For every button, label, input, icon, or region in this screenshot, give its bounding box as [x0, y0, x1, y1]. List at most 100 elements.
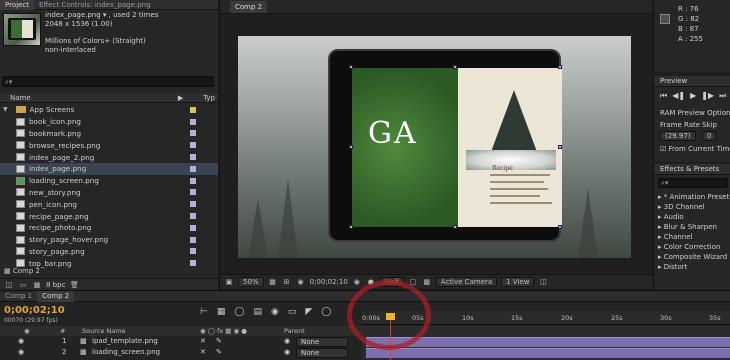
- list-item[interactable]: recipe_photo.png: [0, 222, 218, 234]
- viewer-timecode[interactable]: 0;00;02;10: [310, 278, 348, 286]
- comp-item-row[interactable]: ▦ Comp 2: [4, 267, 40, 275]
- frame-rate-dropdown[interactable]: (29.97): [660, 131, 696, 141]
- label-color-swatch[interactable]: [190, 189, 196, 196]
- ipad-template-layer[interactable]: GA Recipe: [328, 49, 562, 242]
- list-item[interactable]: story_page_hover.png: [0, 234, 218, 246]
- transform-handle[interactable]: [349, 65, 353, 69]
- effects-title[interactable]: Effects & Presets: [654, 164, 730, 175]
- transform-handle[interactable]: [349, 145, 353, 149]
- label-color-swatch[interactable]: [190, 118, 196, 125]
- label-color-swatch[interactable]: [190, 130, 196, 137]
- transform-handle[interactable]: [453, 225, 457, 229]
- label-color-swatch[interactable]: [190, 224, 196, 231]
- layer-bar[interactable]: [366, 348, 730, 358]
- tab-effect-controls[interactable]: Effect Controls: index_page.png: [34, 0, 156, 10]
- grid-icon[interactable]: ⊞: [282, 278, 292, 286]
- last-frame-icon[interactable]: ⏭: [719, 91, 726, 101]
- eye-icon[interactable]: ◉: [18, 348, 24, 356]
- folder-app-screens[interactable]: ▼ App Screens: [0, 104, 218, 116]
- motion-blur-icon[interactable]: ◉: [271, 307, 279, 317]
- new-comp-icon[interactable]: ▩: [32, 281, 42, 289]
- label-column-icon[interactable]: ▶: [178, 94, 183, 102]
- trash-icon[interactable]: 🗑: [69, 281, 79, 289]
- label-color-swatch[interactable]: [190, 201, 196, 208]
- effects-category[interactable]: ▸ * Animation Presets: [658, 192, 730, 202]
- interpret-footage-icon[interactable]: ◫: [4, 281, 14, 289]
- eye-icon[interactable]: ◉: [18, 337, 24, 345]
- comp-mini-flowchart-icon[interactable]: ⊢: [200, 307, 208, 317]
- effects-category[interactable]: ▸ Color Correction: [658, 242, 730, 252]
- pickwhip-icon[interactable]: ◉: [284, 337, 290, 345]
- transform-handle[interactable]: [453, 65, 457, 69]
- bit-depth-button[interactable]: 8 bpc: [46, 281, 65, 289]
- effects-category[interactable]: ▸ Composite Wizard: [658, 252, 730, 262]
- transform-handle[interactable]: [558, 145, 562, 149]
- effects-search-input[interactable]: ⌕▾: [658, 178, 728, 188]
- ram-preview-options[interactable]: RAM Preview Option: [660, 108, 730, 118]
- tab-project[interactable]: Project: [0, 0, 34, 10]
- camera-icon[interactable]: ◉: [352, 278, 362, 286]
- tab-comp-1[interactable]: Comp 1: [0, 291, 37, 302]
- effects-category[interactable]: ▸ Audio: [658, 212, 730, 222]
- safe-zones-icon[interactable]: ▦: [268, 278, 278, 286]
- effects-category[interactable]: ▸ Channel: [658, 232, 730, 242]
- quality-switch-icon[interactable]: ✕: [200, 337, 206, 345]
- frame-blending-icon[interactable]: ▤: [253, 307, 262, 317]
- list-item[interactable]: book_icon.png: [0, 116, 218, 128]
- parent-dropdown[interactable]: None: [296, 337, 348, 347]
- snapshot-icon[interactable]: ◉: [296, 278, 306, 286]
- label-color-swatch[interactable]: [190, 236, 196, 243]
- column-name[interactable]: Name: [10, 94, 31, 102]
- label-color-swatch[interactable]: [190, 260, 196, 267]
- layer-row[interactable]: ◉ 1 ▩ ipad_template.png ✕ ✎ ◉ None: [0, 337, 362, 348]
- label-color-swatch[interactable]: [190, 213, 196, 220]
- chevron-down-icon[interactable]: ▼: [3, 106, 8, 113]
- label-color-swatch[interactable]: [190, 177, 196, 184]
- play-icon[interactable]: ▶: [690, 91, 696, 101]
- transform-handle[interactable]: [558, 225, 562, 229]
- shy-icon[interactable]: ◯: [234, 307, 244, 317]
- list-item-selected[interactable]: index_page.png: [0, 162, 218, 175]
- transparency-grid-icon[interactable]: ▩: [422, 278, 432, 286]
- project-search-input[interactable]: ⌕▾: [2, 76, 214, 87]
- label-color-swatch[interactable]: [190, 154, 196, 161]
- from-current-time-checkbox[interactable]: ☑ From Current Time: [660, 144, 730, 154]
- new-folder-icon[interactable]: ▭: [18, 281, 28, 289]
- label-color-swatch[interactable]: [190, 106, 196, 113]
- label-color-swatch[interactable]: [190, 248, 196, 255]
- transform-handle[interactable]: [349, 225, 353, 229]
- list-item[interactable]: index_page_2.png: [0, 151, 218, 163]
- parent-dropdown[interactable]: None: [296, 348, 348, 358]
- view-layout-dropdown[interactable]: 1 View: [501, 276, 535, 287]
- tab-comp-2[interactable]: Comp 2: [37, 291, 75, 302]
- parent-header[interactable]: Parent: [284, 327, 305, 335]
- layer-bar[interactable]: [366, 337, 730, 347]
- list-item[interactable]: new_story.png: [0, 187, 218, 199]
- comp-canvas[interactable]: GA Recipe: [238, 36, 631, 258]
- preview-title[interactable]: Preview: [654, 76, 730, 87]
- effects-category[interactable]: ▸ 3D Channel: [658, 202, 730, 212]
- first-frame-icon[interactable]: ⏮: [660, 91, 667, 101]
- brainstorm-icon[interactable]: ◯: [321, 307, 331, 317]
- tab-comp-2[interactable]: Comp 2: [230, 0, 268, 13]
- list-item[interactable]: loading_screen.png: [0, 175, 218, 187]
- always-preview-icon[interactable]: ▣: [224, 278, 234, 286]
- draft-3d-icon[interactable]: ▦: [217, 307, 226, 317]
- list-item[interactable]: recipe_page.png: [0, 210, 218, 222]
- list-item[interactable]: pen_icon.png: [0, 198, 218, 210]
- label-color-swatch[interactable]: [190, 165, 196, 172]
- graph-editor-icon[interactable]: ▭: [288, 307, 297, 317]
- toggle-pixel-aspect-icon[interactable]: ◫: [538, 278, 548, 286]
- camera-dropdown[interactable]: Active Camera: [435, 276, 498, 287]
- effects-category[interactable]: ▸ Blur & Sharpen: [658, 222, 730, 232]
- label-color-swatch[interactable]: [190, 142, 196, 149]
- transform-handle[interactable]: [558, 65, 562, 69]
- previous-frame-icon[interactable]: ◀❚: [672, 91, 685, 101]
- eye-icon[interactable]: ◉: [24, 327, 30, 335]
- list-item[interactable]: browse_recipes.png: [0, 139, 218, 151]
- skip-dropdown[interactable]: 0: [702, 131, 717, 141]
- pen-icon[interactable]: ✎: [216, 337, 222, 345]
- pen-icon[interactable]: ✎: [216, 348, 222, 356]
- layer-row[interactable]: ◉ 2 ▩ loading_screen.png ✕ ✎ ◉ None: [0, 348, 362, 359]
- zoom-dropdown[interactable]: 50%: [238, 276, 264, 287]
